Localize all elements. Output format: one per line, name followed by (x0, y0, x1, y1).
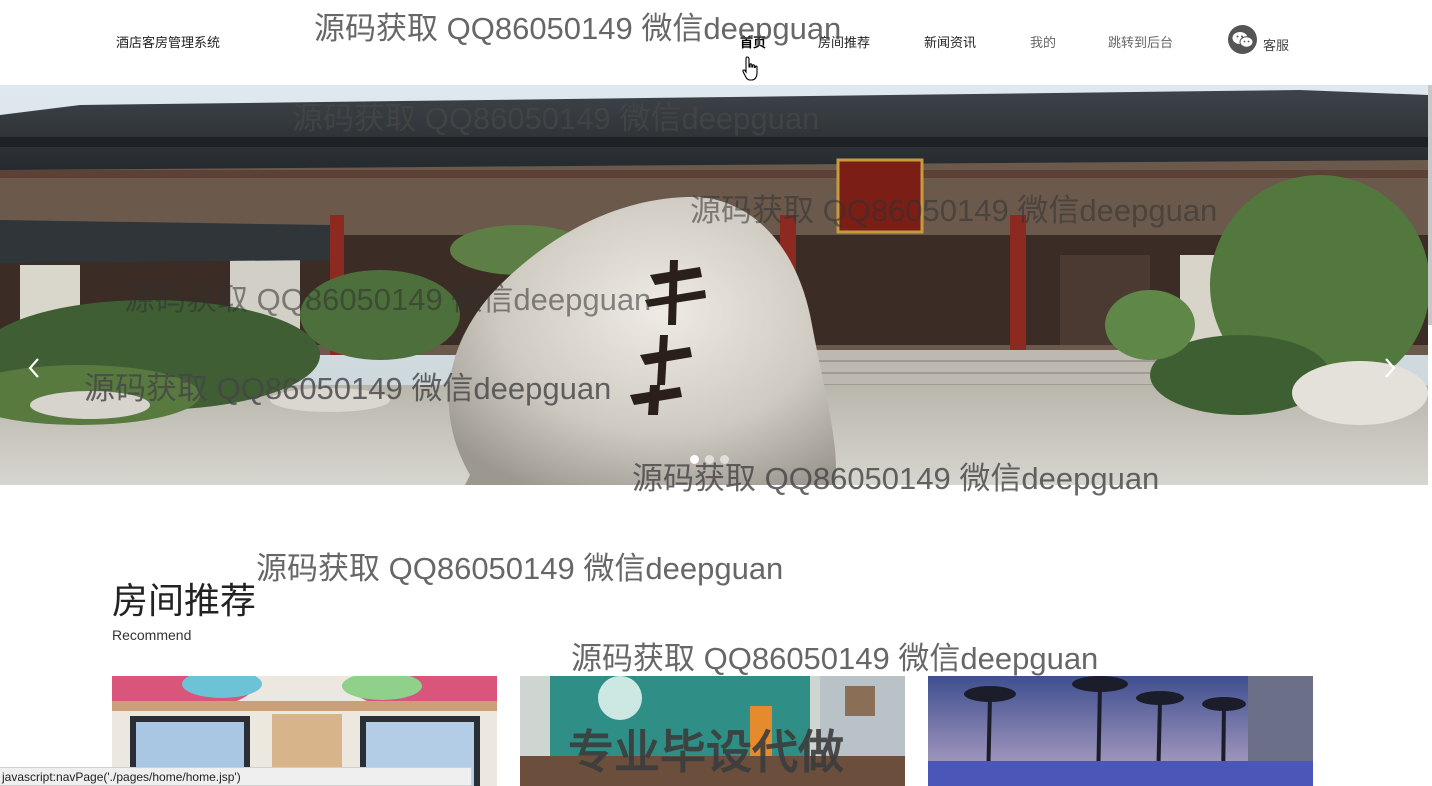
chevron-left-icon (28, 358, 39, 378)
nav-admin[interactable]: 跳转到后台 (1108, 32, 1173, 51)
nav-home[interactable]: 首页 (740, 32, 766, 51)
room-image (928, 676, 1313, 786)
hero-carousel[interactable] (0, 85, 1428, 485)
carousel-prev-button[interactable] (26, 357, 42, 382)
page-scrollbar[interactable] (1428, 85, 1432, 325)
wechat-icon (1228, 25, 1257, 54)
site-brand[interactable]: 酒店客房管理系统 (116, 32, 220, 51)
carousel-dot[interactable] (705, 455, 714, 464)
hero-image-huaqing-palace (0, 85, 1428, 485)
nav-room-recommend[interactable]: 房间推荐 (818, 32, 870, 51)
section-title: 房间推荐 (112, 580, 257, 621)
carousel-dot[interactable] (690, 455, 699, 464)
customer-service-button[interactable]: 客服 (1228, 25, 1289, 54)
hand-cursor-icon (742, 56, 760, 87)
browser-status-bar: javascript:navPage('./pages/home/home.js… (0, 767, 472, 786)
chevron-right-icon (1385, 358, 1396, 378)
watermark-text: 源码获取 QQ86050149 微信deepguan (256, 551, 784, 586)
site-header: 酒店客房管理系统 首页 房间推荐 新闻资讯 我的 跳转到后台 客服 (0, 0, 1432, 85)
customer-service-label: 客服 (1263, 38, 1290, 53)
watermark-text: 源码获取 QQ86050149 微信deepguan (571, 641, 1099, 676)
carousel-indicators (690, 455, 729, 464)
carousel-dot[interactable] (720, 455, 729, 464)
carousel-next-button[interactable] (1382, 357, 1398, 382)
nav-mine[interactable]: 我的 (1030, 32, 1056, 51)
promo-watermark: 专业毕设代做 (568, 726, 844, 778)
room-card[interactable] (928, 676, 1313, 786)
nav-news[interactable]: 新闻资讯 (924, 32, 976, 51)
section-subtitle: Recommend (112, 627, 192, 643)
